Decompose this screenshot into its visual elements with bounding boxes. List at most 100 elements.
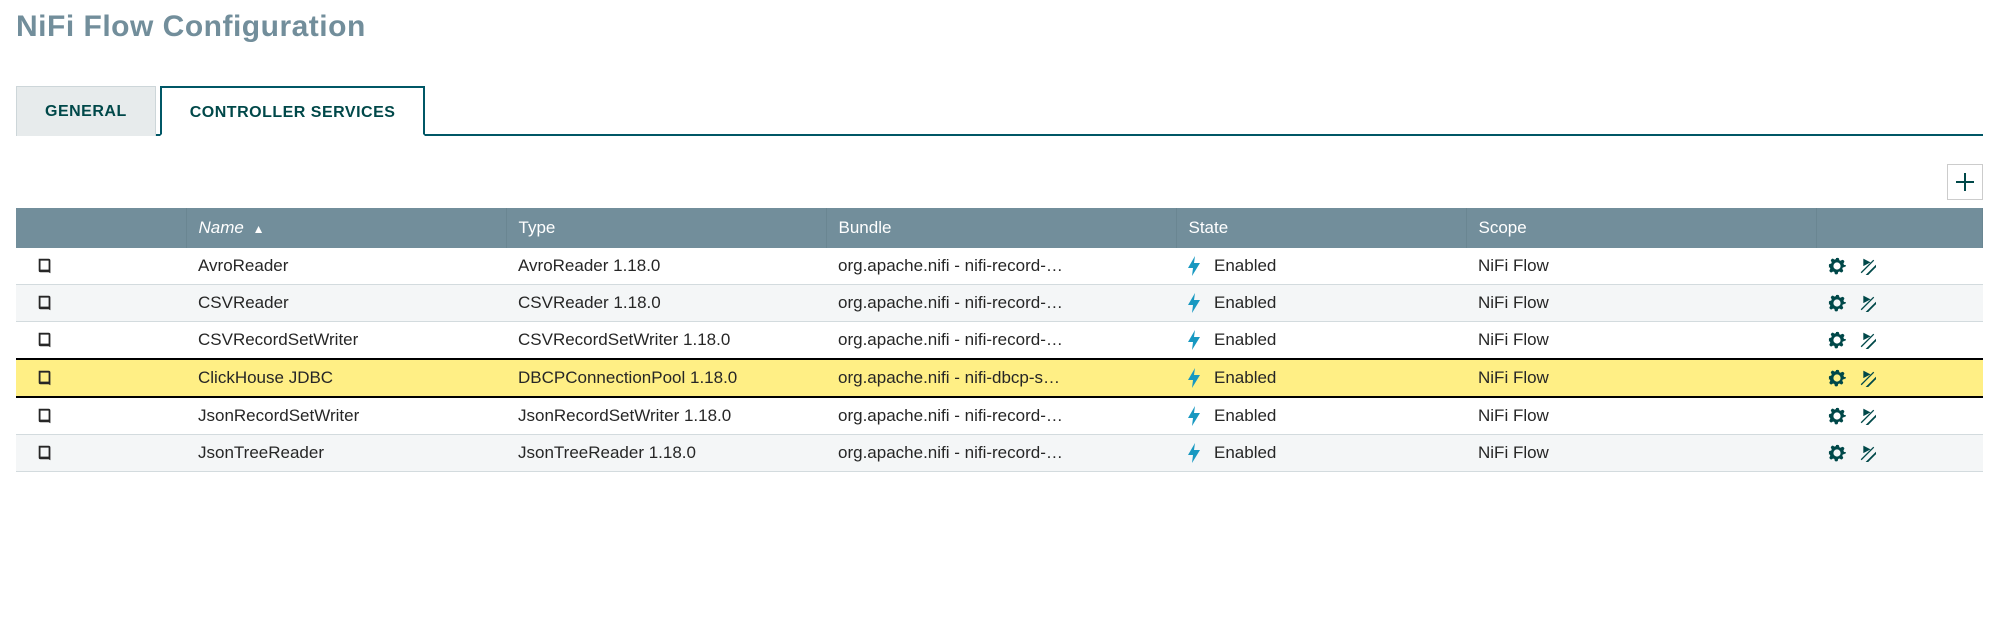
col-header-name[interactable]: Name ▲ <box>186 208 506 248</box>
gear-icon <box>1828 369 1846 387</box>
row-actions <box>1816 248 1983 285</box>
row-doc-icon-cell <box>16 359 186 397</box>
row-type: AvroReader 1.18.0 <box>506 248 826 285</box>
disable-icon <box>1858 294 1876 312</box>
row-state-label: Enabled <box>1214 330 1276 350</box>
bolt-icon <box>1188 368 1200 388</box>
configure-button[interactable] <box>1828 257 1846 275</box>
table-row[interactable]: ClickHouse JDBC DBCPConnectionPool 1.18.… <box>16 359 1983 397</box>
row-type: JsonTreeReader 1.18.0 <box>506 435 826 472</box>
row-doc-icon-cell <box>16 322 186 360</box>
row-scope: NiFi Flow <box>1466 322 1816 360</box>
row-actions <box>1816 435 1983 472</box>
col-header-name-label: Name <box>199 218 244 237</box>
row-name: JsonRecordSetWriter <box>186 397 506 435</box>
bolt-icon <box>1188 293 1200 313</box>
row-type: DBCPConnectionPool 1.18.0 <box>506 359 826 397</box>
row-scope: NiFi Flow <box>1466 359 1816 397</box>
book-icon[interactable] <box>36 369 54 387</box>
disable-icon <box>1858 369 1876 387</box>
bolt-icon <box>1188 406 1200 426</box>
disable-button[interactable] <box>1858 257 1876 275</box>
add-controller-service-button[interactable] <box>1947 164 1983 200</box>
row-type: JsonRecordSetWriter 1.18.0 <box>506 397 826 435</box>
table-row[interactable]: AvroReader AvroReader 1.18.0 org.apache.… <box>16 248 1983 285</box>
configure-button[interactable] <box>1828 294 1846 312</box>
row-bundle: org.apache.nifi - nifi-record-… <box>826 435 1176 472</box>
row-state-cell: Enabled <box>1176 397 1466 435</box>
book-icon[interactable] <box>36 257 54 275</box>
row-state-cell: Enabled <box>1176 248 1466 285</box>
row-state-label: Enabled <box>1214 443 1276 463</box>
col-header-state[interactable]: State <box>1176 208 1466 248</box>
row-actions <box>1816 359 1983 397</box>
row-bundle: org.apache.nifi - nifi-record-… <box>826 397 1176 435</box>
book-icon[interactable] <box>36 294 54 312</box>
row-name: AvroReader <box>186 248 506 285</box>
col-header-bundle[interactable]: Bundle <box>826 208 1176 248</box>
configure-button[interactable] <box>1828 331 1846 349</box>
row-type: CSVRecordSetWriter 1.18.0 <box>506 322 826 360</box>
row-state-cell: Enabled <box>1176 285 1466 322</box>
gear-icon <box>1828 257 1846 275</box>
row-name: JsonTreeReader <box>186 435 506 472</box>
row-actions <box>1816 397 1983 435</box>
bolt-icon <box>1188 443 1200 463</box>
row-scope: NiFi Flow <box>1466 248 1816 285</box>
gear-icon <box>1828 294 1846 312</box>
row-bundle: org.apache.nifi - nifi-record-… <box>826 248 1176 285</box>
table-row[interactable]: CSVReader CSVReader 1.18.0 org.apache.ni… <box>16 285 1983 322</box>
row-state-cell: Enabled <box>1176 435 1466 472</box>
gear-icon <box>1828 331 1846 349</box>
row-state-label: Enabled <box>1214 256 1276 276</box>
row-state-label: Enabled <box>1214 293 1276 313</box>
book-icon[interactable] <box>36 331 54 349</box>
col-header-icon[interactable] <box>16 208 186 248</box>
row-scope: NiFi Flow <box>1466 397 1816 435</box>
row-bundle: org.apache.nifi - nifi-record-… <box>826 322 1176 360</box>
col-header-type[interactable]: Type <box>506 208 826 248</box>
row-doc-icon-cell <box>16 285 186 322</box>
row-name: ClickHouse JDBC <box>186 359 506 397</box>
gear-icon <box>1828 444 1846 462</box>
row-state-cell: Enabled <box>1176 359 1466 397</box>
configure-button[interactable] <box>1828 369 1846 387</box>
sort-asc-icon: ▲ <box>253 222 265 236</box>
book-icon[interactable] <box>36 444 54 462</box>
disable-button[interactable] <box>1858 444 1876 462</box>
page-title: NiFi Flow Configuration <box>16 10 1983 44</box>
table-row[interactable]: CSVRecordSetWriter CSVRecordSetWriter 1.… <box>16 322 1983 360</box>
row-bundle: org.apache.nifi - nifi-record-… <box>826 285 1176 322</box>
row-name: CSVReader <box>186 285 506 322</box>
tabs: GENERAL CONTROLLER SERVICES <box>16 84 1983 136</box>
bolt-icon <box>1188 256 1200 276</box>
configure-button[interactable] <box>1828 407 1846 425</box>
configure-button[interactable] <box>1828 444 1846 462</box>
row-scope: NiFi Flow <box>1466 285 1816 322</box>
tab-controller-services[interactable]: CONTROLLER SERVICES <box>160 86 426 136</box>
disable-button[interactable] <box>1858 294 1876 312</box>
row-doc-icon-cell <box>16 248 186 285</box>
table-row[interactable]: JsonRecordSetWriter JsonRecordSetWriter … <box>16 397 1983 435</box>
disable-button[interactable] <box>1858 407 1876 425</box>
gear-icon <box>1828 407 1846 425</box>
disable-icon <box>1858 331 1876 349</box>
controller-services-table: Name ▲ Type Bundle State Scope AvroReade… <box>16 208 1983 472</box>
row-bundle: org.apache.nifi - nifi-dbcp-s… <box>826 359 1176 397</box>
col-header-scope[interactable]: Scope <box>1466 208 1816 248</box>
disable-button[interactable] <box>1858 331 1876 349</box>
disable-icon <box>1858 257 1876 275</box>
bolt-icon <box>1188 330 1200 350</box>
plus-icon <box>1956 173 1974 191</box>
row-type: CSVReader 1.18.0 <box>506 285 826 322</box>
col-header-actions <box>1816 208 1983 248</box>
row-actions <box>1816 285 1983 322</box>
book-icon[interactable] <box>36 407 54 425</box>
row-actions <box>1816 322 1983 360</box>
disable-icon <box>1858 444 1876 462</box>
row-scope: NiFi Flow <box>1466 435 1816 472</box>
table-row[interactable]: JsonTreeReader JsonTreeReader 1.18.0 org… <box>16 435 1983 472</box>
row-state-label: Enabled <box>1214 406 1276 426</box>
tab-general[interactable]: GENERAL <box>16 86 156 136</box>
disable-button[interactable] <box>1858 369 1876 387</box>
